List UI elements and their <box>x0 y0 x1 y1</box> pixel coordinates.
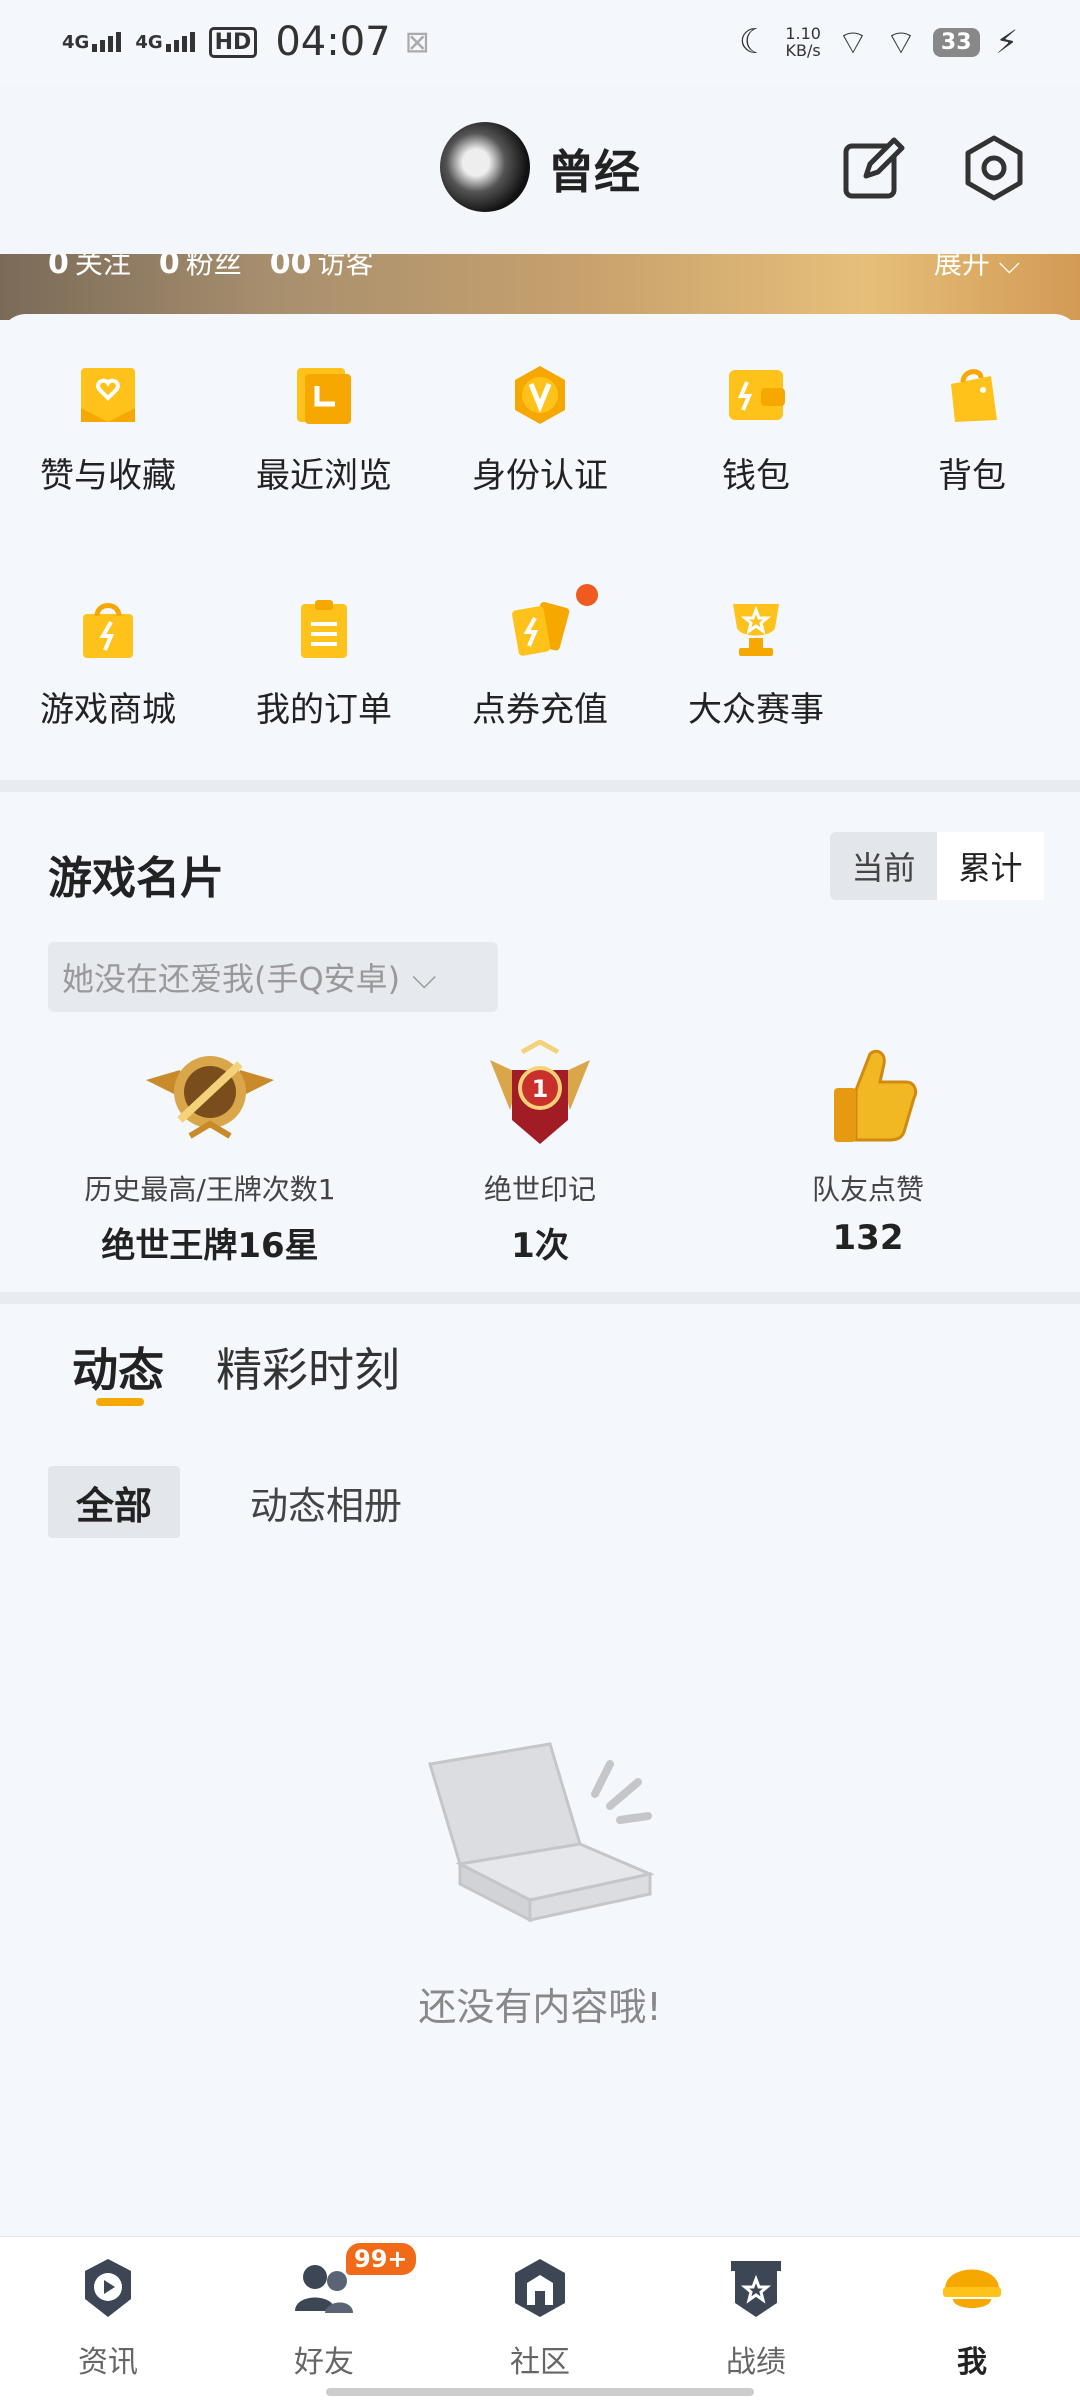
menu-item-tournaments[interactable]: 大众赛事 <box>648 598 864 731</box>
moon-icon: ☾ <box>738 22 770 62</box>
screenshot-icon: ⊠ <box>404 24 430 60</box>
stat-highest-rank: 历史最高/王牌次数1 绝世王牌16星 <box>50 1040 370 1267</box>
record-shield-icon <box>731 2261 781 2317</box>
me-avatar-icon <box>943 2269 1001 2308</box>
section-divider <box>0 1292 1080 1304</box>
nav-news[interactable]: 资讯 <box>0 2255 216 2381</box>
feed-section: 动态 精彩时刻 全部 动态相册 还没有内容哦! <box>0 1304 1080 2236</box>
tab-underline <box>96 1398 144 1406</box>
empty-state-text: 还没有内容哦! <box>418 1985 662 2029</box>
wifi-icon: ⌔ <box>884 22 917 63</box>
rank-seal-icon: 1 <box>490 1039 590 1144</box>
status-time: 04:07 <box>275 19 391 65</box>
signal-icon: 4G <box>62 32 122 52</box>
username: 曾经 <box>548 145 640 199</box>
status-bar: 4G 4G HD 04:07 ⊠ ☾ 1.10 KB/s ⌔ ⌔ 33 ⚡ <box>0 0 1080 84</box>
thumbs-up-icon <box>834 1049 918 1142</box>
server-select[interactable]: 她没在还爱我(手Q安卓) ⌵ <box>48 942 498 1012</box>
game-card: 游戏名片 当前 累计 她没在还爱我(手Q安卓) ⌵ 历史最高/王牌次数1 绝世王… <box>0 792 1080 1292</box>
new-dot-badge <box>576 584 598 606</box>
chevron-down-icon: ⌵ <box>412 957 437 996</box>
seg-current[interactable]: 当前 <box>830 832 937 900</box>
battery-icon: 33 <box>932 27 980 57</box>
bottom-nav: 资讯 好友 99+ 社区 战绩 我 <box>0 2236 1080 2400</box>
menu-item-orders[interactable]: 我的订单 <box>216 598 432 731</box>
friends-badge: 99+ <box>346 2243 416 2275</box>
network-speed: 1.10 KB/s <box>785 24 821 60</box>
menu-item-wallet[interactable]: 钱包 <box>648 364 864 497</box>
community-icon <box>515 2259 565 2317</box>
wallet-icon <box>729 370 785 420</box>
heart-folder-icon <box>81 368 135 422</box>
settings-icon[interactable] <box>960 134 1028 202</box>
stat-seal: 1 绝世印记 1次 <box>380 1039 700 1267</box>
stat-teammate-likes: 队友点赞 132 <box>708 1040 1028 1258</box>
trophy-icon <box>733 604 779 656</box>
charging-icon: ⚡ <box>995 23 1018 61</box>
recharge-card-icon <box>512 602 570 656</box>
avatar[interactable] <box>440 122 530 212</box>
nav-me[interactable]: 我 <box>864 2255 1080 2381</box>
empty-box-icon <box>428 1742 655 1923</box>
quick-menu: 赞与收藏 最近浏览 身份认证 钱包 背包 游戏商城 我的订单 点券充值 大众赛事 <box>0 314 1080 780</box>
tab-dynamic[interactable]: 动态 <box>72 1334 164 1400</box>
top-header: 曾经 <box>0 84 1080 254</box>
menu-item-backpack[interactable]: 背包 <box>864 364 1080 497</box>
order-list-icon <box>301 600 347 658</box>
menu-item-shop[interactable]: 游戏商城 <box>0 598 216 731</box>
menu-item-recharge[interactable]: 点券充值 <box>432 598 648 731</box>
profile-page: 4G 4G HD 04:07 ⊠ ☾ 1.10 KB/s ⌔ ⌔ 33 ⚡ 0 <box>0 0 1080 2400</box>
wifi-icon: ⌔ <box>836 22 869 63</box>
ace-rank-badge-icon <box>146 1056 274 1139</box>
section-divider <box>0 780 1080 792</box>
verified-icon <box>515 366 565 424</box>
news-play-icon <box>85 2259 131 2317</box>
recent-icon <box>297 368 351 424</box>
backpack-icon <box>951 369 997 422</box>
home-indicator <box>326 2388 754 2396</box>
game-card-title: 游戏名片 <box>48 853 224 904</box>
nav-records[interactable]: 战绩 <box>648 2255 864 2381</box>
menu-item-identity[interactable]: 身份认证 <box>432 364 648 497</box>
tab-highlights[interactable]: 精彩时刻 <box>216 1334 400 1400</box>
filter-all[interactable]: 全部 <box>48 1466 180 1538</box>
edit-icon[interactable] <box>840 134 908 202</box>
hd-voice-icon: HD <box>208 26 258 58</box>
svg-text:1: 1 <box>532 1075 549 1103</box>
menu-item-recent[interactable]: 最近浏览 <box>216 364 432 497</box>
menu-item-likes[interactable]: 赞与收藏 <box>0 364 216 497</box>
period-toggle: 当前 累计 <box>830 832 1044 900</box>
signal-icon: 4G <box>135 32 195 52</box>
shop-bag-icon <box>83 603 133 658</box>
seg-total[interactable]: 累计 <box>937 832 1044 900</box>
filter-album[interactable]: 动态相册 <box>250 1466 402 1538</box>
nav-community[interactable]: 社区 <box>432 2255 648 2381</box>
